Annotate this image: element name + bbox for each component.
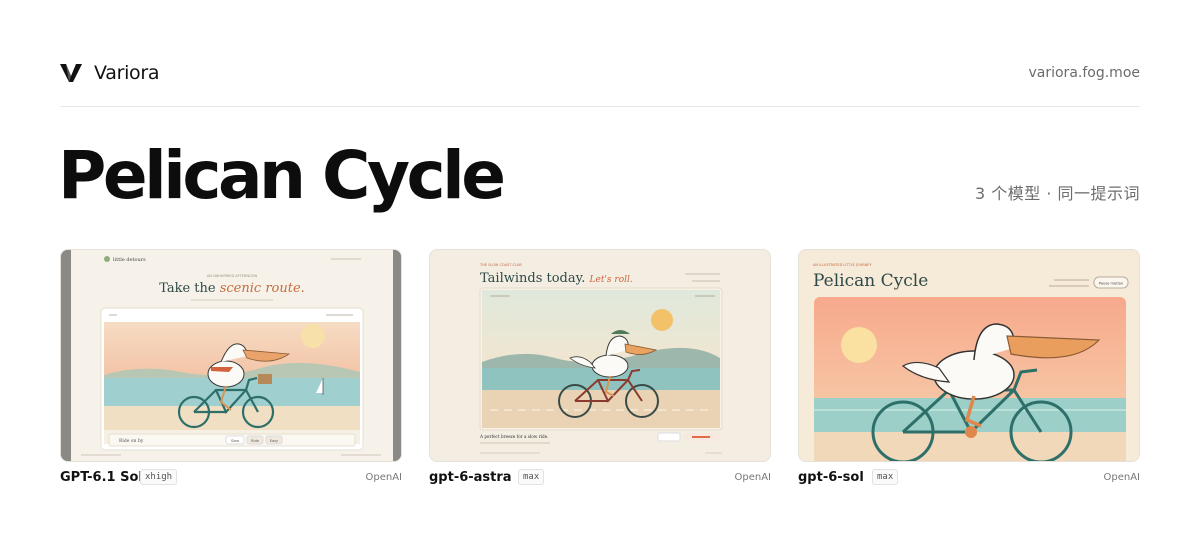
preview-caption: A perfect breeze for a slow ride. <box>479 434 549 439</box>
card-meta: gpt-6-astra max OpenAI <box>429 468 771 490</box>
model-card[interactable]: AN ILLUSTRATED LITTLE JOURNEY Pelican Cy… <box>798 249 1140 490</box>
site-url-link[interactable]: variora.fog.moe <box>1028 65 1140 81</box>
preview-caption: Ride on by <box>119 438 144 444</box>
card-meta: gpt-6-sol max OpenAI <box>798 468 1140 490</box>
preview-thumbnail[interactable]: AN ILLUSTRATED LITTLE JOURNEY Pelican Cy… <box>798 249 1140 462</box>
variora-logo-icon <box>60 64 82 82</box>
page-subtitle: 3 个模型 · 同一提示词 <box>974 184 1140 203</box>
header-divider <box>60 106 1140 107</box>
preview-headline-italic: scenic route. <box>220 281 305 296</box>
model-name: gpt-6-sol <box>798 470 864 485</box>
preview-eyebrow: AN UNHURRIED AFTERNOON <box>207 274 258 278</box>
model-card[interactable]: THE SLOW COAST CLUB Tailwinds today. Let… <box>429 249 771 490</box>
preview-headline: Pelican Cycle <box>813 271 928 291</box>
preview-brand: little detours <box>113 257 146 263</box>
provider-label: OpenAI <box>734 472 772 483</box>
preview-eyebrow: THE SLOW COAST CLUB <box>479 263 522 267</box>
preview-thumbnail[interactable]: little detours AN UNHURRIED AFTERNOON Ta… <box>60 249 402 462</box>
svg-text:Easy: Easy <box>270 439 278 443</box>
brand-name: Variora <box>94 62 160 84</box>
preview-thumbnail[interactable]: THE SLOW COAST CLUB Tailwinds today. Let… <box>429 249 771 462</box>
provider-label: OpenAI <box>365 472 403 483</box>
preview-headline-italic: Let's roll. <box>589 275 633 285</box>
model-name: gpt-6-astra <box>429 470 512 485</box>
model-card[interactable]: little detours AN UNHURRIED AFTERNOON Ta… <box>60 249 402 490</box>
provider-label: OpenAI <box>1103 472 1141 483</box>
page-title: Pelican Cycle <box>58 137 506 214</box>
effort-badge: max <box>872 469 899 485</box>
preview-headline: Tailwinds today. <box>480 271 590 286</box>
preview-headline: Take the <box>159 281 220 296</box>
svg-text:Slow: Slow <box>231 439 239 443</box>
preview-eyebrow: AN ILLUSTRATED LITTLE JOURNEY <box>813 263 872 267</box>
effort-badge: max <box>518 469 545 485</box>
pause-motion-button: Pause motion <box>1099 282 1123 286</box>
model-name: GPT-6.1 Sol <box>60 470 143 485</box>
svg-text:Take the scenic route.: Take the scenic route. <box>159 281 305 296</box>
svg-text:Ride: Ride <box>251 439 259 443</box>
effort-badge: xhigh <box>140 469 178 485</box>
card-meta: GPT-6.1 Sol xhigh OpenAI <box>60 468 402 490</box>
site-header: Variora variora.fog.moe <box>60 58 1140 90</box>
brand-link[interactable]: Variora <box>60 62 160 84</box>
